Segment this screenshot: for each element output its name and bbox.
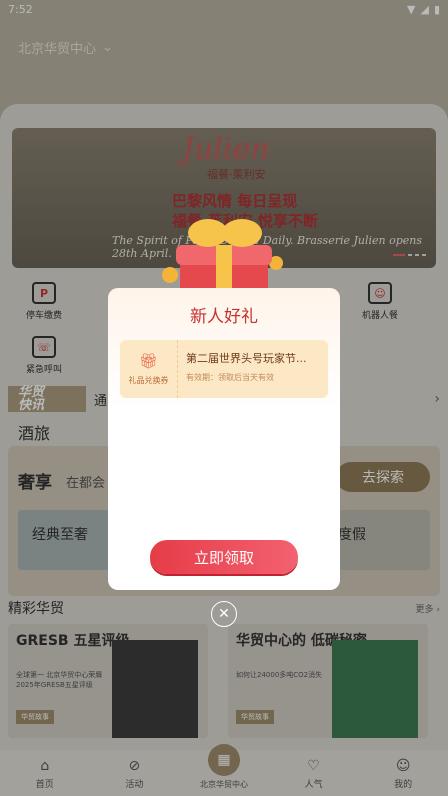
gift-icon: 🎁︎ xyxy=(138,352,159,370)
coupon-name: 第二届世界头号玩家节... xyxy=(186,352,307,365)
new-user-gift-modal: 新人好礼 🎁︎ 礼品兑换券 第二届世界头号玩家节... 有效期：领取后当天有效 … xyxy=(108,288,340,590)
coupon-type-label: 礼品兑换券 xyxy=(128,376,169,385)
coupon-info: 第二届世界头号玩家节... 有效期：领取后当天有效 xyxy=(178,340,328,398)
coupon-card[interactable]: 🎁︎ 礼品兑换券 第二届世界头号玩家节... 有效期：领取后当天有效 xyxy=(120,340,328,398)
gift-bow-right xyxy=(222,219,262,247)
close-icon[interactable]: ✕ xyxy=(211,601,237,627)
coin-decoration xyxy=(162,267,178,283)
modal-title: 新人好礼 xyxy=(190,307,258,327)
coupon-validity: 有效期：领取后当天有效 xyxy=(186,373,274,382)
claim-button[interactable]: 立即领取 xyxy=(150,540,298,574)
coupon-type: 🎁︎ 礼品兑换券 xyxy=(120,340,178,398)
